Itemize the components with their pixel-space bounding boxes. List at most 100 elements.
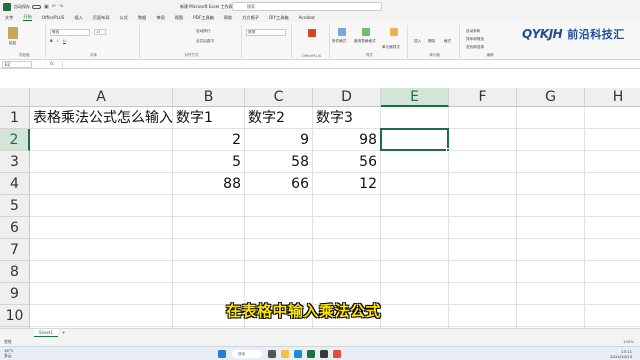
logo-mark: QYKJH: [522, 27, 563, 41]
ribbon-tab[interactable]: 方方格子: [242, 15, 259, 21]
column-header[interactable]: E: [381, 88, 449, 107]
cell-d4[interactable]: 12: [313, 173, 381, 195]
excel-taskbar-icon[interactable]: [307, 350, 315, 358]
column-header[interactable]: B: [173, 88, 245, 107]
ribbon-tab[interactable]: OfficePLUS: [42, 15, 65, 20]
start-icon[interactable]: [218, 350, 226, 358]
name-box[interactable]: E2: [2, 61, 32, 68]
officeplus-icon[interactable]: [308, 29, 316, 37]
ribbon-tab[interactable]: 视图: [175, 15, 183, 21]
row-header[interactable]: 1: [0, 107, 30, 129]
spreadsheet-grid[interactable]: ABCDEFGH1234567891011表格乘法公式怎么输入数字1数字2数字3…: [0, 88, 640, 328]
ribbon-tab[interactable]: 帮助: [224, 15, 232, 21]
row-header[interactable]: 9: [0, 283, 30, 305]
cell-c2[interactable]: 9: [245, 129, 313, 151]
merge-center-button[interactable]: 合并后居中: [196, 39, 214, 44]
font-size-select[interactable]: 11: [94, 29, 106, 35]
save-icon[interactable]: ▣: [44, 4, 49, 10]
cell-styles-icon[interactable]: [390, 28, 398, 36]
cell-c1[interactable]: 数字2: [245, 107, 285, 129]
column-header[interactable]: A: [30, 88, 173, 107]
edge-icon[interactable]: [294, 350, 302, 358]
column-header[interactable]: D: [313, 88, 381, 107]
fill-handle[interactable]: [446, 148, 450, 152]
cell-b3[interactable]: 5: [173, 151, 245, 173]
file-explorer-icon[interactable]: [281, 350, 289, 358]
ribbon-tab[interactable]: 公式: [120, 15, 128, 21]
row-header[interactable]: 5: [0, 195, 30, 217]
font-name-select[interactable]: 等线: [50, 29, 90, 36]
cell-d2[interactable]: 98: [313, 129, 381, 151]
find-select-button[interactable]: 查找和选择: [466, 45, 484, 50]
number-format-select[interactable]: 常规: [246, 29, 286, 36]
wrap-text-button[interactable]: 自动换行: [196, 29, 210, 34]
sort-filter-button[interactable]: 排序和筛选: [466, 37, 484, 42]
undo-icon[interactable]: ↶: [52, 4, 56, 10]
row-header[interactable]: 8: [0, 261, 30, 283]
paste-icon[interactable]: [8, 27, 18, 39]
fx-icon[interactable]: fx: [50, 61, 54, 66]
font-group: 等线 11 B I U 字体: [48, 25, 140, 58]
ribbon-tab[interactable]: 文件: [5, 15, 13, 21]
format-cells-button[interactable]: 格式: [444, 39, 451, 44]
row-header[interactable]: 3: [0, 151, 30, 173]
ribbon-tab[interactable]: 数据: [138, 15, 146, 21]
status-bar: 就绪 100%: [0, 337, 640, 346]
cell-d1[interactable]: 数字3: [313, 107, 353, 129]
task-view-icon[interactable]: [268, 350, 276, 358]
cell-a1[interactable]: 表格乘法公式怎么输入: [30, 107, 173, 129]
table-format-button[interactable]: 套用表格格式: [354, 39, 376, 44]
cell-b4[interactable]: 88: [173, 173, 245, 195]
ribbon-tab[interactable]: 开始: [23, 14, 32, 21]
column-header[interactable]: H: [585, 88, 640, 107]
ribbon-tab[interactable]: DIY工具箱: [269, 15, 289, 21]
row-header[interactable]: 10: [0, 305, 30, 327]
autosave-toggle[interactable]: [32, 4, 41, 9]
conditional-format-button[interactable]: 条件格式: [332, 39, 346, 44]
ribbon-tab[interactable]: 审阅: [156, 15, 164, 21]
autosum-button[interactable]: 自动求和: [466, 29, 480, 34]
row-header[interactable]: 4: [0, 173, 30, 195]
redo-icon[interactable]: ↷: [59, 4, 63, 10]
delete-cells-button[interactable]: 删除: [428, 39, 435, 44]
app-icon[interactable]: [320, 350, 328, 358]
cell-c3[interactable]: 58: [245, 151, 313, 173]
underline-icon[interactable]: U: [63, 39, 66, 43]
paste-button[interactable]: 粘贴: [9, 41, 16, 46]
active-cell-border[interactable]: [380, 128, 449, 151]
cell-c4[interactable]: 66: [245, 173, 313, 195]
search-box[interactable]: 搜索: [232, 2, 382, 11]
recorder-icon[interactable]: [333, 350, 341, 358]
row-header[interactable]: 2: [0, 129, 30, 151]
cell-styles-button[interactable]: 单元格样式: [382, 45, 400, 50]
conditional-format-icon[interactable]: [338, 28, 346, 36]
column-header[interactable]: G: [517, 88, 585, 107]
ribbon-tab[interactable]: Acrobat: [299, 15, 315, 20]
taskbar-clock[interactable]: 13:11 2024/10/13: [610, 349, 632, 359]
ribbon-tab[interactable]: PDF工具箱: [193, 15, 214, 21]
taskbar-search[interactable]: 搜索: [232, 350, 262, 358]
blank-area: [0, 69, 640, 88]
formula-input[interactable]: [62, 61, 636, 68]
cell-b2[interactable]: 2: [173, 129, 245, 151]
zoom-level[interactable]: 100%: [623, 337, 634, 346]
weather-widget[interactable]: 18°C 多云: [4, 348, 13, 358]
insert-cells-button[interactable]: 插入: [414, 39, 421, 44]
grid-line: [30, 260, 640, 261]
add-sheet-button[interactable]: +: [62, 329, 65, 337]
clipboard-group: 粘贴 剪贴板: [4, 25, 46, 58]
ribbon-tab[interactable]: 插入: [74, 15, 82, 21]
bold-icon[interactable]: B: [50, 39, 53, 43]
row-header[interactable]: 6: [0, 217, 30, 239]
table-format-icon[interactable]: [362, 28, 370, 36]
formula-bar: E2 fx: [0, 60, 640, 69]
column-header[interactable]: C: [245, 88, 313, 107]
sheet-tab-sheet1[interactable]: Sheet1: [34, 329, 58, 337]
cell-b1[interactable]: 数字1: [173, 107, 213, 129]
cell-d3[interactable]: 56: [313, 151, 381, 173]
italic-icon[interactable]: I: [57, 39, 58, 43]
ribbon-tab[interactable]: 页面布局: [93, 15, 110, 21]
select-all-corner[interactable]: [0, 88, 30, 107]
row-header[interactable]: 7: [0, 239, 30, 261]
column-header[interactable]: F: [449, 88, 517, 107]
